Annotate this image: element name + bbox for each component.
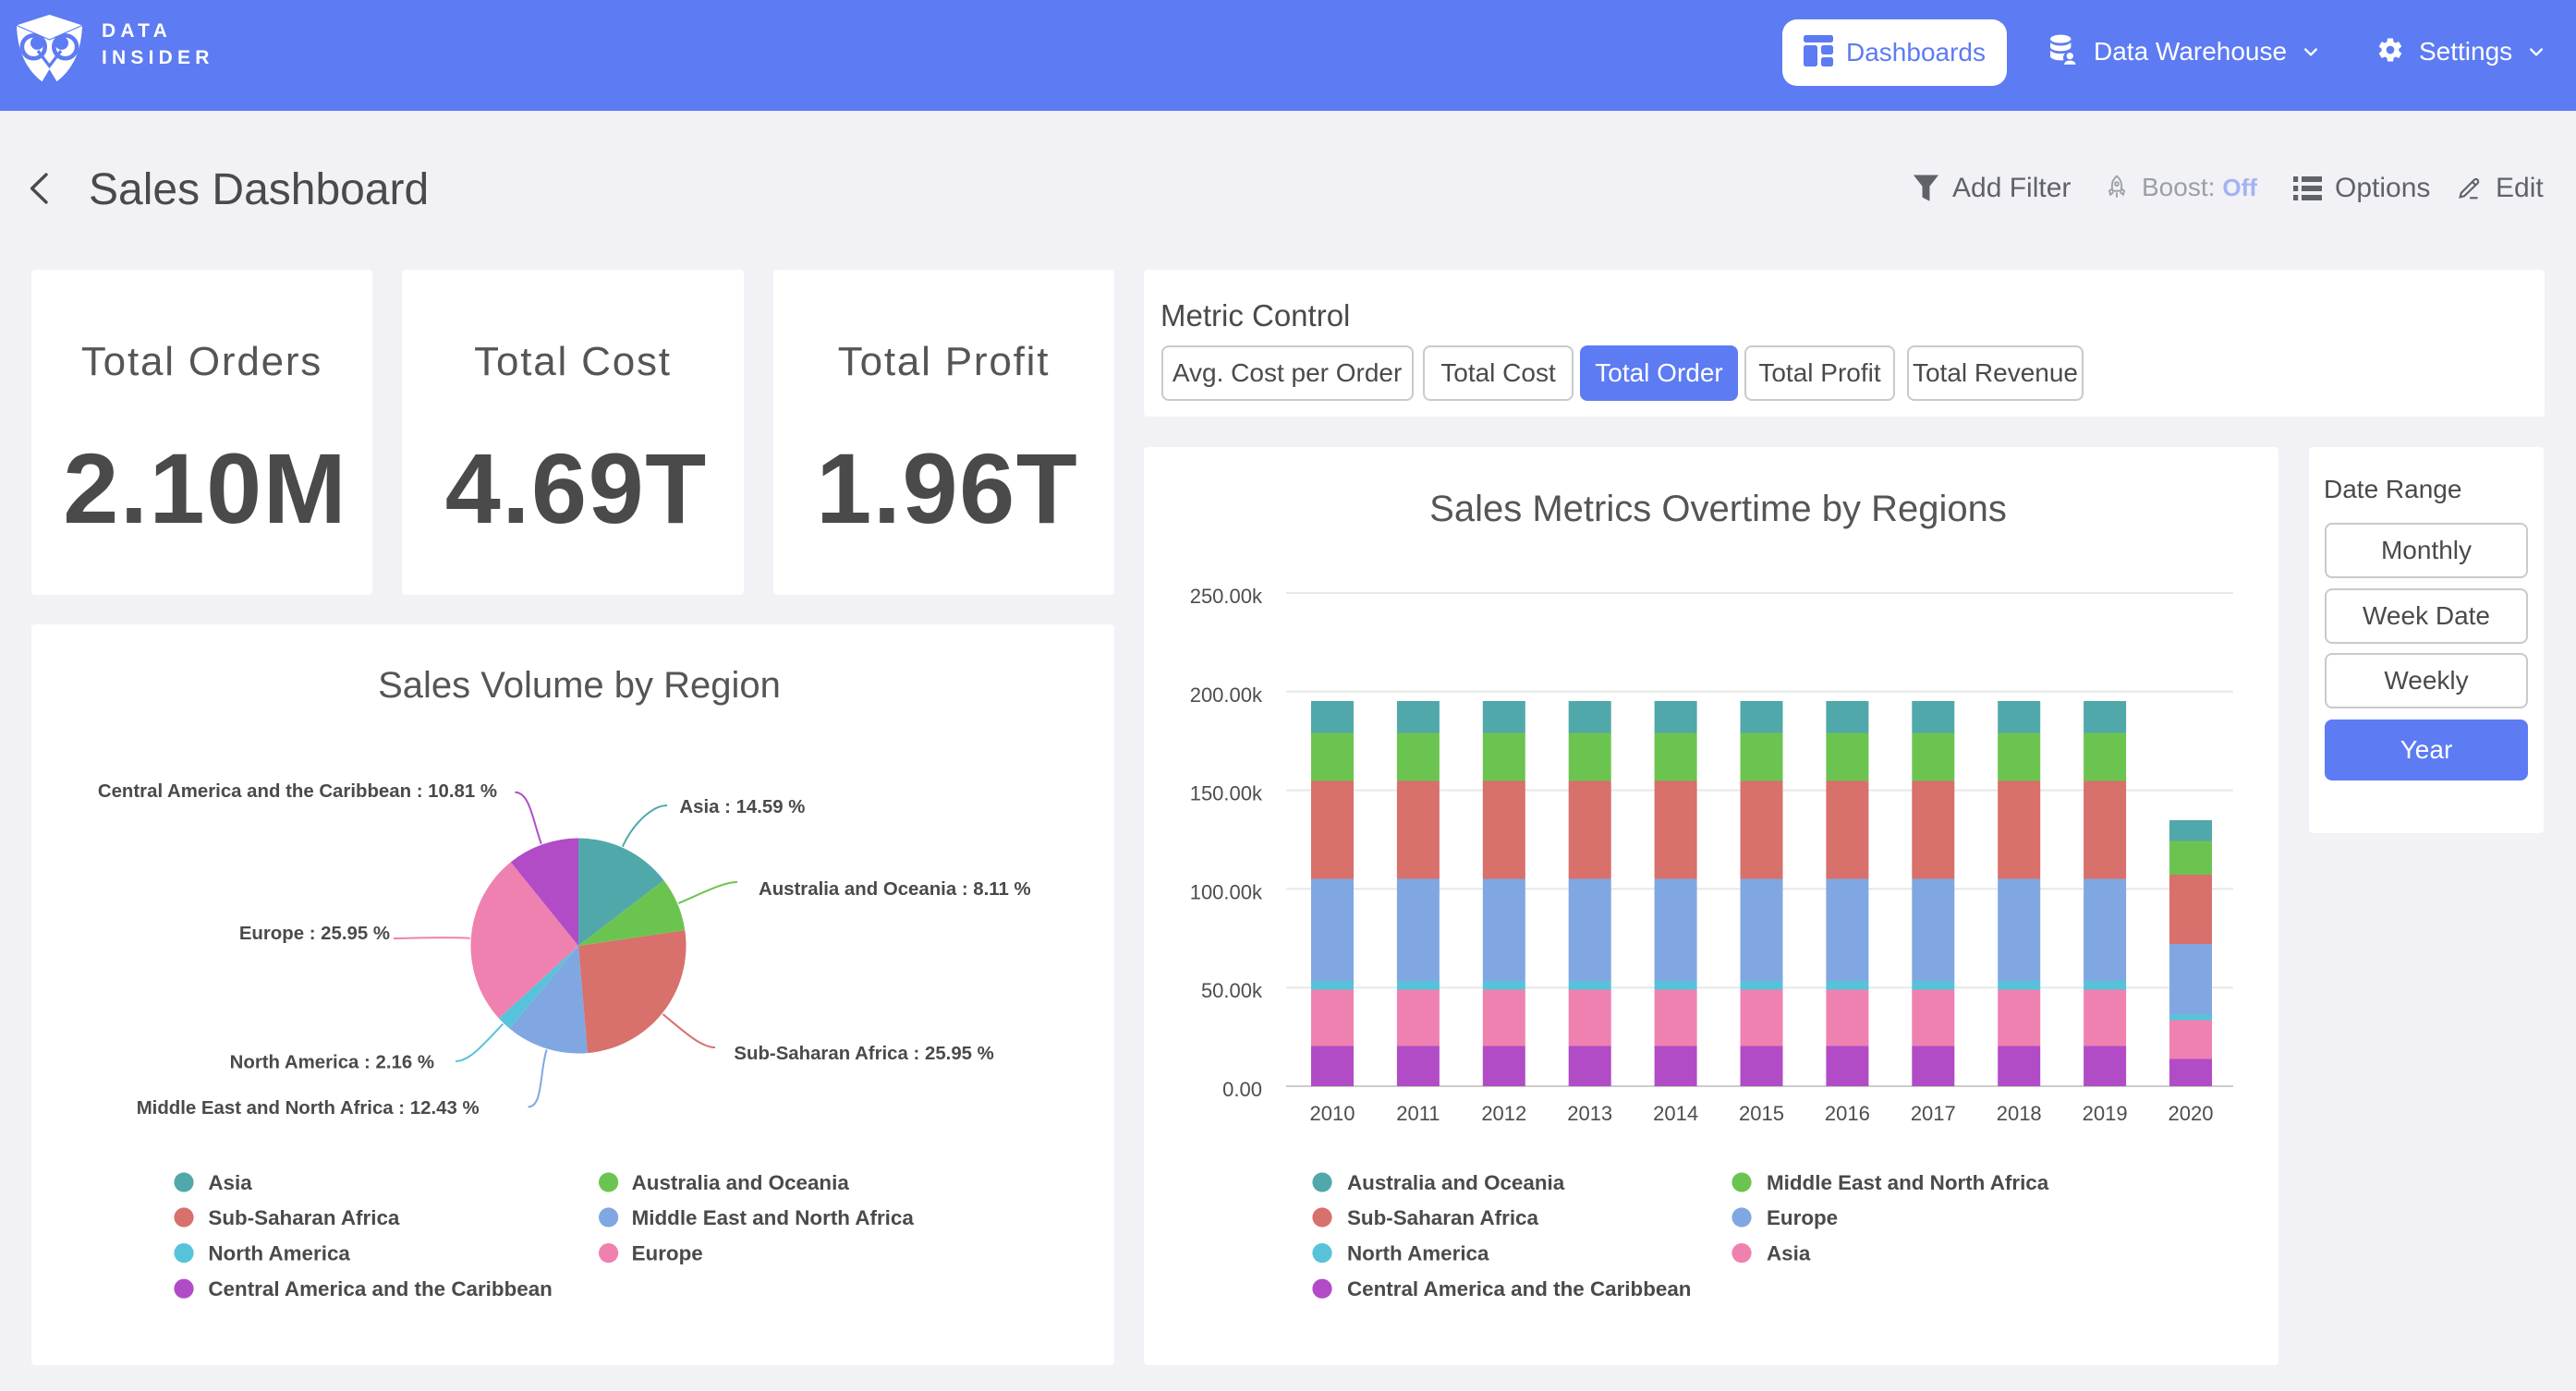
svg-text:Central America and the Caribb: Central America and the Caribbean	[208, 1277, 552, 1300]
svg-text:Central America and the Caribb: Central America and the Caribbean	[1347, 1277, 1691, 1300]
svg-text:Asia: Asia	[1767, 1242, 1811, 1265]
svg-text:2020: 2020	[2169, 1102, 2214, 1125]
svg-text:Australia and Oceania: Australia and Oceania	[632, 1171, 850, 1194]
svg-text:2019: 2019	[2083, 1102, 2128, 1125]
svg-text:Asia: Asia	[208, 1171, 252, 1194]
svg-text:North America: North America	[208, 1242, 350, 1265]
svg-text:250.00k: 250.00k	[1190, 585, 1263, 608]
svg-text:Australia and Oceania: Australia and Oceania	[1347, 1171, 1565, 1194]
svg-text:2014: 2014	[1653, 1102, 1698, 1125]
svg-text:2010: 2010	[1310, 1102, 1355, 1125]
svg-text:North America : 2.16 %: North America : 2.16 %	[230, 1053, 434, 1073]
svg-text:2017: 2017	[1911, 1102, 1956, 1125]
svg-text:North America: North America	[1347, 1242, 1489, 1265]
svg-text:200.00k: 200.00k	[1190, 683, 1263, 707]
svg-text:Australia and Oceania : 8.11 %: Australia and Oceania : 8.11 %	[759, 879, 1031, 900]
svg-text:2013: 2013	[1567, 1102, 1612, 1125]
svg-text:Asia : 14.59 %: Asia : 14.59 %	[679, 797, 805, 817]
svg-text:2011: 2011	[1396, 1102, 1440, 1125]
svg-text:Middle East and North Africa: Middle East and North Africa	[1767, 1171, 2049, 1194]
svg-text:2018: 2018	[1997, 1102, 2042, 1125]
svg-text:150.00k: 150.00k	[1190, 782, 1263, 805]
svg-text:2016: 2016	[1825, 1102, 1870, 1125]
svg-text:2015: 2015	[1739, 1102, 1784, 1125]
svg-text:Middle East and North Africa :: Middle East and North Africa : 12.43 %	[137, 1098, 480, 1119]
svg-text:2012: 2012	[1481, 1102, 1526, 1125]
svg-text:50.00k: 50.00k	[1201, 979, 1263, 1002]
svg-text:Sub-Saharan Africa : 25.95 %: Sub-Saharan Africa : 25.95 %	[734, 1044, 993, 1064]
svg-text:Sub-Saharan Africa: Sub-Saharan Africa	[208, 1206, 400, 1229]
svg-text:0.00: 0.00	[1222, 1078, 1262, 1101]
svg-text:Europe : 25.95 %: Europe : 25.95 %	[239, 924, 390, 944]
svg-text:100.00k: 100.00k	[1190, 880, 1263, 903]
svg-text:Europe: Europe	[1767, 1206, 1838, 1229]
svg-text:Central America and the Caribb: Central America and the Caribbean : 10.8…	[98, 781, 497, 802]
svg-text:Middle East and North Africa: Middle East and North Africa	[632, 1206, 915, 1229]
svg-text:Sub-Saharan Africa: Sub-Saharan Africa	[1347, 1206, 1539, 1229]
svg-text:Europe: Europe	[632, 1242, 703, 1265]
